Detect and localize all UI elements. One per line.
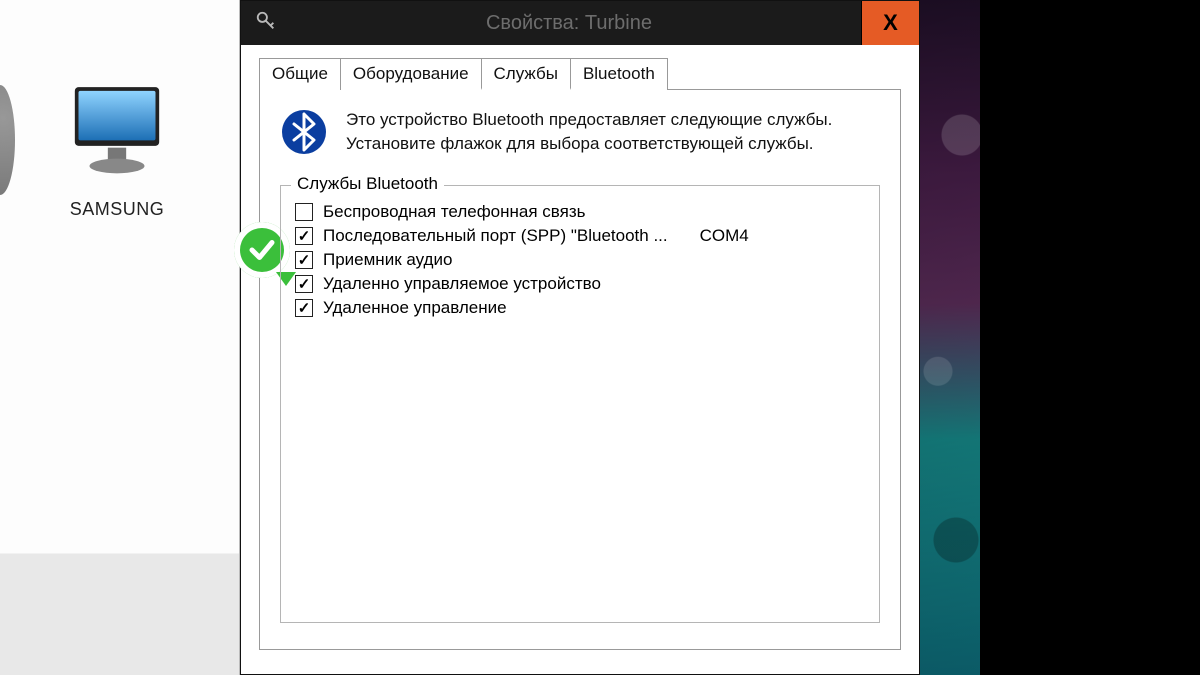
service-label: Приемник аудио	[323, 250, 452, 270]
service-checkbox-0[interactable]	[295, 203, 313, 221]
key-icon	[255, 10, 277, 37]
tab-hardware[interactable]: Оборудование	[340, 58, 482, 90]
wallpaper-strip	[920, 0, 1200, 675]
partial-desktop-icon	[0, 85, 15, 195]
properties-dialog: Свойства: Turbine X Общие Оборудование С…	[240, 0, 920, 675]
service-row-1: Последовательный порт (SPP) "Bluetooth .…	[295, 226, 865, 246]
wallpaper-color	[920, 0, 980, 675]
service-row-2: Приемник аудио	[295, 250, 865, 270]
service-checkbox-4[interactable]	[295, 299, 313, 317]
service-row-3: Удаленно управляемое устройство	[295, 274, 865, 294]
service-port: COM4	[700, 226, 749, 246]
monitor-icon	[62, 175, 172, 192]
service-checkbox-3[interactable]	[295, 275, 313, 293]
groupbox-legend: Службы Bluetooth	[291, 174, 444, 194]
tab-bluetooth[interactable]: Bluetooth	[570, 58, 668, 90]
bluetooth-icon	[280, 108, 328, 161]
tab-strip: Общие Оборудование Службы Bluetooth	[259, 57, 901, 90]
service-checkbox-2[interactable]	[295, 251, 313, 269]
window-title: Свойства: Turbine	[277, 12, 861, 35]
service-row-4: Удаленное управление	[295, 298, 865, 318]
tab-services[interactable]: Службы	[481, 58, 571, 90]
service-label: Удаленно управляемое устройство	[323, 274, 601, 294]
tab-panel-services: Это устройство Bluetooth предоставляет с…	[259, 90, 901, 650]
service-label: Беспроводная телефонная связь	[323, 202, 586, 222]
desktop-icon-samsung[interactable]: SAMSUNG	[62, 78, 172, 220]
desktop-icon-label: SAMSUNG	[62, 199, 172, 220]
title-bar[interactable]: Свойства: Turbine X	[241, 1, 919, 45]
service-label: Удаленное управление	[323, 298, 507, 318]
close-button[interactable]: X	[861, 1, 919, 45]
dialog-client-area: Общие Оборудование Службы Bluetooth Это …	[241, 45, 919, 650]
desktop-area: SAMSUNG	[0, 0, 240, 675]
service-label: Последовательный порт (SPP) "Bluetooth .…	[323, 226, 668, 246]
close-icon: X	[883, 10, 898, 36]
services-groupbox: Службы Bluetooth Беспроводная телефонная…	[280, 185, 880, 623]
services-description: Это устройство Bluetooth предоставляет с…	[346, 108, 832, 156]
service-checkbox-1[interactable]	[295, 227, 313, 245]
tab-general[interactable]: Общие	[259, 58, 341, 90]
service-row-0: Беспроводная телефонная связь	[295, 202, 865, 222]
